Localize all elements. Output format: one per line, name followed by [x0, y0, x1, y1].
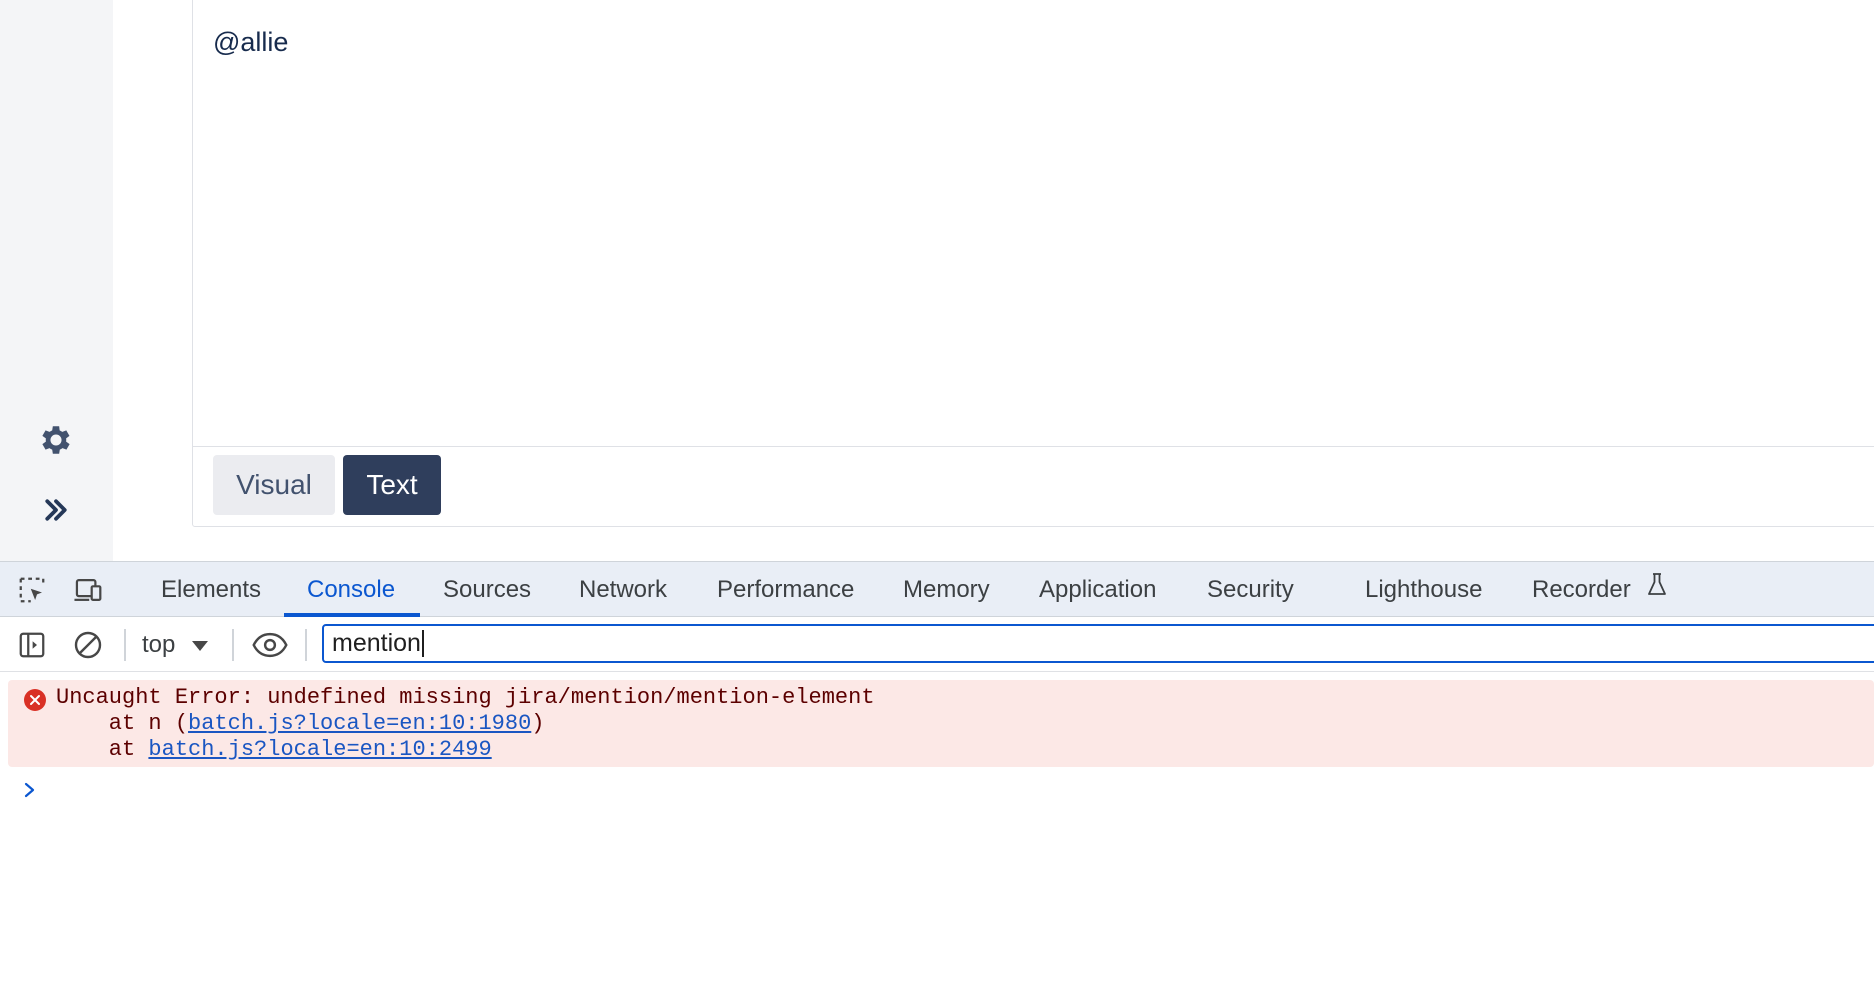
stack-frame: at batch.js?locale=en:10:2499: [56, 737, 492, 763]
tab-security[interactable]: Security: [1207, 562, 1294, 617]
comment-editor: @allie Visual Text: [192, 0, 1874, 527]
stack-frame-prefix: at n (: [56, 711, 189, 736]
devtools-tabbar: Elements Console Sources Network Perform…: [0, 562, 1874, 617]
device-toolbar-icon[interactable]: [72, 574, 104, 606]
tab-elements[interactable]: Elements: [161, 562, 261, 617]
source-link[interactable]: batch.js?locale=en:10:1980: [188, 711, 531, 736]
console-output: Uncaught Error: undefined missing jira/m…: [0, 672, 1874, 999]
stack-frame-suffix: ): [531, 711, 545, 736]
editor-content: @allie: [213, 27, 289, 57]
prompt-chevron-icon[interactable]: [20, 780, 40, 800]
editor-text-area[interactable]: @allie: [193, 0, 1874, 447]
console-error-message: Uncaught Error: undefined missing jira/m…: [8, 680, 1874, 767]
context-selector[interactable]: top: [142, 627, 209, 663]
toolbar-divider: [232, 629, 234, 661]
gear-icon[interactable]: [34, 418, 78, 462]
clear-console-icon[interactable]: [70, 627, 106, 663]
stack-frame-prefix: at: [56, 737, 149, 762]
tab-recorder-label: Recorder: [1532, 576, 1631, 603]
toolbar-divider: [124, 629, 126, 661]
context-selector-value: top: [142, 631, 176, 658]
console-filter-input[interactable]: mention: [322, 624, 1874, 663]
error-icon: [24, 689, 46, 711]
left-sidebar-rail: [0, 0, 113, 561]
double-chevron-right-icon[interactable]: [34, 488, 78, 532]
eye-icon[interactable]: [250, 627, 290, 663]
visual-mode-button[interactable]: Visual: [213, 455, 335, 515]
text-cursor: [421, 630, 424, 657]
tab-network[interactable]: Network: [579, 562, 667, 617]
text-mode-button[interactable]: Text: [343, 455, 441, 515]
tab-sources[interactable]: Sources: [443, 562, 531, 617]
tab-memory[interactable]: Memory: [903, 562, 990, 617]
source-link[interactable]: batch.js?locale=en:10:2499: [148, 737, 491, 762]
error-text: Uncaught Error: undefined missing jira/m…: [56, 685, 875, 710]
tab-application[interactable]: Application: [1039, 562, 1156, 617]
sidebar-toggle-icon[interactable]: [14, 627, 50, 663]
tab-console[interactable]: Console: [307, 562, 395, 617]
tab-recorder[interactable]: Recorder: [1532, 562, 1669, 617]
page-area: @allie Visual Text: [0, 0, 1874, 561]
devtools-panel: Elements Console Sources Network Perform…: [0, 561, 1874, 998]
console-toolbar: top mention: [0, 617, 1874, 672]
tab-performance[interactable]: Performance: [717, 562, 854, 617]
dropdown-caret-icon: [191, 631, 209, 659]
toolbar-divider: [305, 629, 307, 661]
filter-input-value: mention: [332, 629, 421, 657]
stack-frame: at n (batch.js?locale=en:10:1980): [56, 711, 545, 737]
inspect-element-icon[interactable]: [16, 574, 48, 606]
tab-lighthouse[interactable]: Lighthouse: [1365, 562, 1482, 617]
flask-icon: [1645, 563, 1669, 618]
